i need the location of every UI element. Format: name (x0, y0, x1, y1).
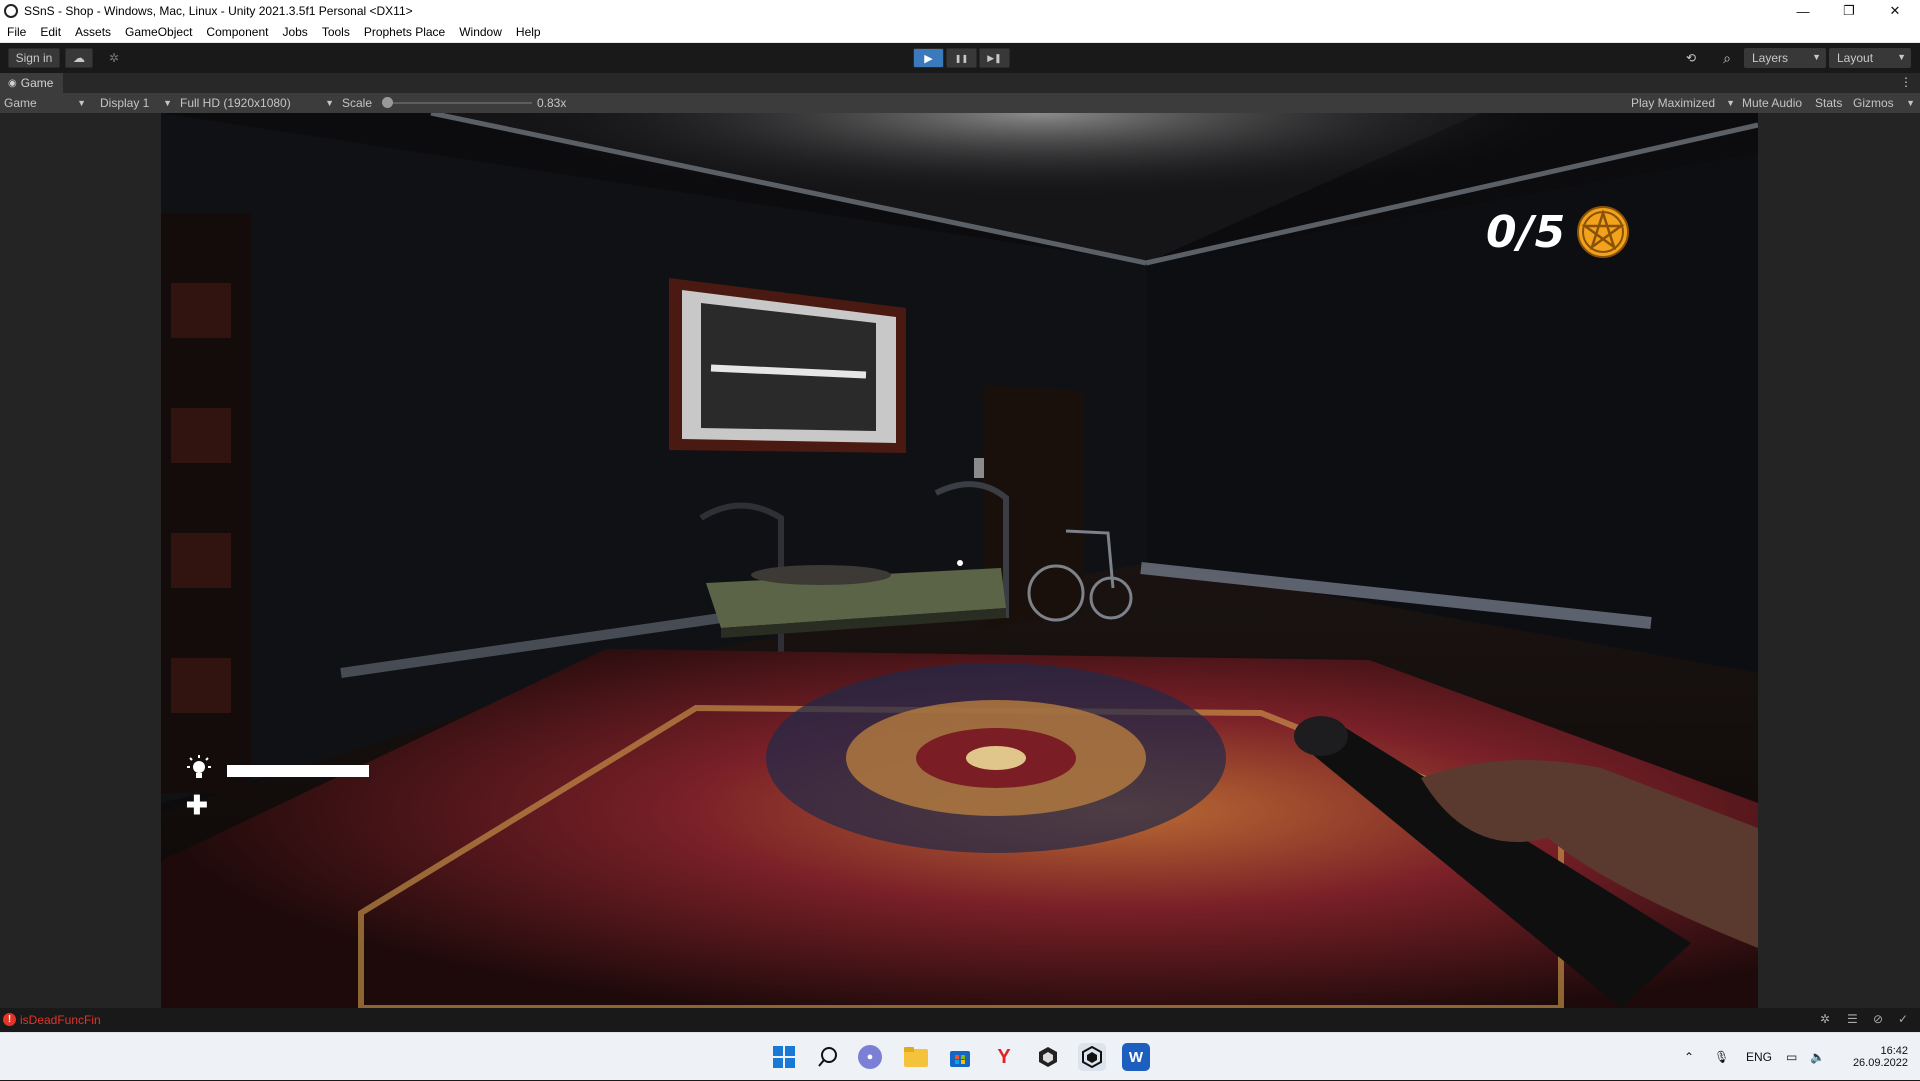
restore-button[interactable]: ❐ (1826, 0, 1872, 22)
cloud-icon[interactable]: ☁ (65, 48, 93, 68)
scale-label: Scale (342, 96, 373, 110)
collectibles-counter: 0/5 (1486, 205, 1630, 259)
menu-gameobject[interactable]: GameObject (118, 25, 199, 39)
resolution-label: Full HD (1920x1080) (180, 96, 291, 110)
layers-dropdown[interactable]: Layers ▼ (1744, 48, 1826, 68)
tab-game[interactable]: ◉ Game (0, 73, 64, 93)
resolution-dropdown[interactable]: Full HD (1920x1080) ▼ (180, 93, 334, 113)
chat-icon[interactable]: ● (858, 1045, 882, 1069)
menu-tools[interactable]: Tools (315, 25, 357, 39)
scale-slider[interactable] (382, 93, 532, 113)
debug-icon[interactable]: ✲ (1820, 1012, 1830, 1026)
game-view-toolbar: Game ▼ Display 1 ▼ Full HD (1920x1080) ▼… (0, 93, 1920, 113)
stack-icon[interactable]: ☰ (1847, 1012, 1858, 1026)
menu-component[interactable]: Component (199, 25, 275, 39)
volume-icon[interactable]: 🔈 (1810, 1033, 1825, 1081)
store-icon[interactable] (946, 1043, 974, 1071)
menu-jobs[interactable]: Jobs (275, 25, 314, 39)
game-mode-label: Game (4, 96, 37, 110)
show-hidden-icons-chevron-icon[interactable]: ⌃ (1684, 1033, 1694, 1081)
scene-visibility-icon[interactable]: ⊘ (1873, 1012, 1883, 1026)
windows-start-icon[interactable] (770, 1043, 798, 1071)
status-bar: ! isDeadFuncFin ✲ ☰ ⊘ ✓ (0, 1008, 1920, 1032)
word-icon[interactable]: W (1122, 1043, 1150, 1071)
window-titlebar: SSnS - Shop - Windows, Mac, Linux - Unit… (0, 0, 1920, 22)
search-icon[interactable] (814, 1043, 842, 1071)
chevron-down-icon: ▼ (1906, 98, 1915, 108)
menu-prophets-place[interactable]: Prophets Place (357, 25, 452, 39)
pentagram-icon (1577, 206, 1630, 258)
layout-dropdown[interactable]: Layout ▼ (1829, 48, 1911, 68)
yandex-browser-icon[interactable]: Y (990, 1043, 1018, 1071)
stats-button[interactable]: Stats (1815, 93, 1842, 113)
game-view[interactable]: 0/5 ✚ (161, 113, 1758, 1008)
display-dropdown[interactable]: Display 1 ▼ (100, 93, 172, 113)
gamepad-icon: ◉ (8, 77, 17, 89)
battery-bar-fill (227, 765, 369, 777)
play-maximized-dropdown[interactable]: Play Maximized ▼ (1631, 93, 1735, 113)
mute-audio-button[interactable]: Mute Audio (1742, 93, 1802, 113)
menu-bar: File Edit Assets GameObject Component Jo… (0, 22, 1920, 43)
menu-assets[interactable]: Assets (68, 25, 118, 39)
clock[interactable]: 16:42 26.09.2022 (1836, 1033, 1908, 1081)
step-button[interactable]: ▶❚ (979, 48, 1010, 68)
microphone-icon[interactable]: 🎙 (1714, 1033, 1729, 1081)
collectibles-count-text: 0/5 (1486, 206, 1567, 258)
console-error-message[interactable]: isDeadFuncFin (20, 1013, 101, 1027)
close-button[interactable]: ✕ (1872, 0, 1918, 22)
error-icon: ! (3, 1013, 16, 1026)
menu-edit[interactable]: Edit (33, 25, 68, 39)
health-icon: ✚ (186, 790, 208, 820)
chevron-down-icon: ▼ (1812, 52, 1821, 62)
game-mode-dropdown[interactable]: Game ▼ (4, 93, 88, 113)
file-explorer-icon[interactable] (902, 1043, 930, 1071)
language-indicator[interactable]: ENG (1746, 1033, 1772, 1081)
tab-game-label: Game (20, 76, 54, 90)
chevron-down-icon: ▼ (163, 98, 172, 108)
window-title: SSnS - Shop - Windows, Mac, Linux - Unit… (24, 4, 413, 18)
check-icon[interactable]: ✓ (1898, 1012, 1908, 1026)
menu-help[interactable]: Help (509, 25, 548, 39)
main-toolbar: Sign in ☁ ✲ ▶ ❚❚ ▶❚ ⟲ ⌕ Layers ▼ Layout … (0, 43, 1920, 73)
gizmos-dropdown[interactable]: Gizmos ▼ (1853, 93, 1915, 113)
collab-icon[interactable]: ✲ (101, 48, 127, 68)
chevron-down-icon: ▼ (325, 98, 334, 108)
more-options-icon[interactable]: ⋮ (1900, 75, 1912, 89)
menu-file[interactable]: File (0, 25, 33, 39)
clock-time: 16:42 (1880, 1045, 1908, 1057)
scale-slider-knob[interactable] (382, 97, 393, 108)
menu-window[interactable]: Window (452, 25, 509, 39)
gizmos-label: Gizmos (1853, 96, 1894, 110)
windows-taskbar: ● Y W ⌃ 🎙 ENG ▭ 🔈 16:42 26.09.2022 (0, 1032, 1920, 1080)
flashlight-icon (185, 755, 213, 788)
chevron-down-icon: ▼ (1897, 52, 1906, 62)
clock-date: 26.09.2022 (1852, 1057, 1908, 1069)
pause-button[interactable]: ❚❚ (946, 48, 977, 68)
scale-slider-track (382, 102, 532, 104)
network-icon[interactable]: ▭ (1786, 1033, 1797, 1081)
play-maximized-label: Play Maximized (1631, 96, 1716, 110)
layout-label: Layout (1837, 51, 1874, 65)
scale-value: 0.83x (537, 96, 567, 110)
chevron-down-icon: ▼ (1726, 98, 1735, 108)
unity-hub-icon[interactable] (1034, 1043, 1062, 1071)
layers-label: Layers (1752, 51, 1789, 65)
sign-in-button[interactable]: Sign in (8, 48, 60, 68)
unity-editor-icon[interactable] (1078, 1043, 1106, 1071)
game-tab-bar: ◉ Game ⋮ (0, 73, 1920, 93)
chevron-down-icon: ▼ (77, 98, 86, 108)
minimize-button[interactable]: — (1780, 0, 1826, 22)
search-icon[interactable]: ⌕ (1714, 48, 1740, 68)
play-button[interactable]: ▶ (913, 48, 944, 68)
battery-bar (227, 765, 369, 777)
unity-logo-icon (4, 4, 18, 18)
display-label: Display 1 (100, 96, 150, 110)
history-icon[interactable]: ⟲ (1678, 48, 1704, 68)
